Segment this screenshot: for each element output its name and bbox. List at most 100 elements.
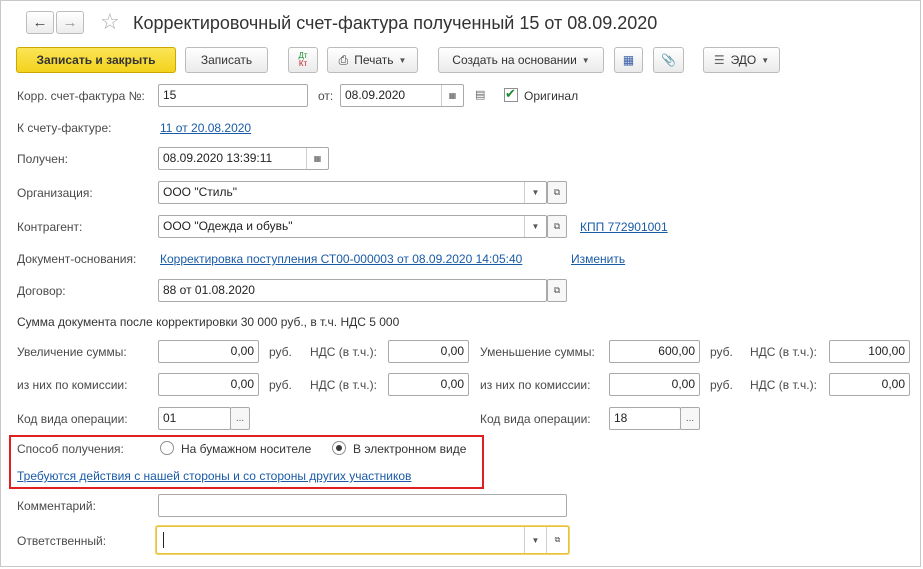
radio-electronic[interactable] bbox=[332, 441, 346, 455]
structure-button[interactable]: ▦ bbox=[614, 47, 643, 73]
change-link[interactable]: Изменить bbox=[571, 252, 625, 266]
edo-button[interactable]: ☰ ЭДО ▼ bbox=[703, 47, 780, 73]
chevron-down-icon: ▼ bbox=[761, 55, 770, 65]
printer-icon: ⎙ bbox=[338, 52, 349, 67]
save-close-button[interactable]: Записать и закрыть bbox=[16, 47, 176, 73]
increase-label: Увеличение суммы: bbox=[17, 345, 127, 359]
original-label: Оригинал bbox=[524, 89, 579, 103]
radio-paper[interactable] bbox=[160, 441, 174, 455]
create-based-button[interactable]: Создать на основании ▼ bbox=[438, 47, 604, 73]
responsible-label: Ответственный: bbox=[17, 534, 107, 548]
page-title: Корректировочный счет-фактура полученный… bbox=[133, 13, 658, 33]
open-org-button[interactable]: ⧉ bbox=[547, 181, 567, 204]
contractor-field[interactable]: ООО "Одежда и обувь" ▼ bbox=[158, 215, 547, 238]
from-label: от: bbox=[318, 89, 334, 103]
received-label: Получен: bbox=[17, 152, 68, 166]
radio-electronic-label[interactable]: В электронном виде bbox=[353, 442, 466, 456]
open-contract-button[interactable]: ⧉ bbox=[547, 279, 567, 302]
dtkt-button[interactable]: Дт Кт bbox=[288, 47, 318, 73]
receipt-label: Способ получения: bbox=[17, 442, 124, 456]
basis-link[interactable]: Корректировка поступления СТ00-000003 от… bbox=[160, 252, 522, 266]
chevron-down-icon[interactable]: ▼ bbox=[524, 527, 546, 553]
structure-icon: ▦ bbox=[622, 53, 635, 67]
corr-invoice-label: Корр. счет-фактура №: bbox=[17, 89, 145, 103]
radio-paper-label[interactable]: На бумажном носителе bbox=[181, 442, 311, 456]
op-code-label: Код вида операции: bbox=[17, 412, 128, 426]
kpp-link[interactable]: КПП 772901001 bbox=[580, 220, 668, 234]
op-code-right-field[interactable]: 18 bbox=[609, 407, 681, 430]
open-icon: ⧉ bbox=[553, 187, 561, 197]
commission-decrease-vat-field[interactable]: 0,00 bbox=[829, 373, 910, 396]
open-icon: ⧉ bbox=[553, 221, 561, 231]
op-code-left-select-button[interactable]: ... bbox=[230, 407, 250, 430]
original-checkbox[interactable] bbox=[504, 86, 518, 102]
commission-increase-field[interactable]: 0,00 bbox=[158, 373, 259, 396]
op-code-left-field[interactable]: 01 bbox=[158, 407, 231, 430]
contractor-value: ООО "Одежда и обувь" bbox=[163, 219, 293, 233]
commission-label: из них по комиссии: bbox=[17, 378, 128, 392]
edo-icon: ☰ bbox=[713, 53, 725, 67]
paperclip-icon: 📎 bbox=[661, 53, 676, 67]
contract-field[interactable]: 88 от 01.08.2020 bbox=[158, 279, 547, 302]
received-date-value: 08.09.2020 13:39:11 bbox=[163, 151, 273, 165]
back-button[interactable]: ← bbox=[26, 11, 54, 34]
edo-label: ЭДО bbox=[730, 53, 757, 67]
arrow-left-icon: ← bbox=[32, 14, 48, 31]
action-required-link[interactable]: Требуются действия с нашей стороны и со … bbox=[17, 469, 411, 483]
org-value: ООО "Стиль" bbox=[163, 185, 237, 199]
calendar-icon[interactable]: ▦ bbox=[306, 148, 328, 169]
decrease-amount-field[interactable]: 600,00 bbox=[609, 340, 700, 363]
corr-invoice-number-field[interactable]: 15 bbox=[158, 84, 308, 107]
vat-label: НДС (в т.ч.): bbox=[750, 378, 817, 392]
ellipsis-icon: ... bbox=[235, 413, 245, 424]
decrease-vat-field[interactable]: 100,00 bbox=[829, 340, 910, 363]
commission-increase-vat-field[interactable]: 0,00 bbox=[388, 373, 469, 396]
open-icon: ⧉ bbox=[553, 285, 561, 295]
star-icon[interactable]: ☆ bbox=[100, 9, 120, 35]
decrease-label: Уменьшение суммы: bbox=[480, 345, 595, 359]
document-sum-text: Сумма документа после корректировки 30 0… bbox=[17, 315, 400, 329]
contractor-label: Контрагент: bbox=[17, 220, 83, 234]
attach-button[interactable]: 📎 bbox=[653, 47, 684, 73]
save-button[interactable]: Записать bbox=[185, 47, 268, 73]
increase-amount-field[interactable]: 0,00 bbox=[158, 340, 259, 363]
op-code-right-select-button[interactable]: ... bbox=[680, 407, 700, 430]
print-button[interactable]: ⎙ Печать ▼ bbox=[327, 47, 418, 73]
contract-label: Договор: bbox=[17, 284, 66, 298]
from-date-field[interactable]: 08.09.2020 ▦ bbox=[340, 84, 464, 107]
chevron-down-icon: ▼ bbox=[581, 55, 590, 65]
commission-decrease-field[interactable]: 0,00 bbox=[609, 373, 700, 396]
rub-label: руб. bbox=[269, 345, 292, 359]
vat-label: НДС (в т.ч.): bbox=[750, 345, 817, 359]
chevron-down-icon[interactable]: ▼ bbox=[524, 182, 546, 203]
rub-label: руб. bbox=[710, 345, 733, 359]
open-icon[interactable]: ⧉ bbox=[546, 527, 568, 553]
org-field[interactable]: ООО "Стиль" ▼ bbox=[158, 181, 547, 204]
responsible-field[interactable]: ▼ ⧉ bbox=[156, 526, 569, 554]
memo-icon[interactable]: ▤ bbox=[475, 88, 485, 101]
dtkt-icon: Дт Кт bbox=[298, 51, 308, 68]
from-date-value: 08.09.2020 bbox=[345, 88, 406, 102]
commission-label: из них по комиссии: bbox=[480, 378, 591, 392]
forward-button[interactable]: → bbox=[56, 11, 84, 34]
increase-vat-field[interactable]: 0,00 bbox=[388, 340, 469, 363]
chevron-down-icon[interactable]: ▼ bbox=[524, 216, 546, 237]
create-based-label: Создать на основании bbox=[452, 53, 577, 67]
text-cursor bbox=[163, 532, 164, 548]
vat-label: НДС (в т.ч.): bbox=[310, 378, 377, 392]
calendar-icon[interactable]: ▦ bbox=[441, 85, 463, 106]
to-invoice-label: К счету-фактуре: bbox=[17, 121, 112, 135]
comment-field[interactable] bbox=[158, 494, 567, 517]
arrow-right-icon: → bbox=[62, 14, 78, 31]
op-code-label: Код вида операции: bbox=[480, 412, 591, 426]
open-contractor-button[interactable]: ⧉ bbox=[547, 215, 567, 238]
print-label: Печать bbox=[354, 53, 394, 67]
to-invoice-link[interactable]: 11 от 20.08.2020 bbox=[160, 121, 251, 135]
org-label: Организация: bbox=[17, 186, 93, 200]
comment-label: Комментарий: bbox=[17, 499, 96, 513]
received-date-field[interactable]: 08.09.2020 13:39:11 ▦ bbox=[158, 147, 329, 170]
basis-label: Документ-основания: bbox=[17, 252, 137, 266]
rub-label: руб. bbox=[710, 378, 733, 392]
rub-label: руб. bbox=[269, 378, 292, 392]
vat-label: НДС (в т.ч.): bbox=[310, 345, 377, 359]
